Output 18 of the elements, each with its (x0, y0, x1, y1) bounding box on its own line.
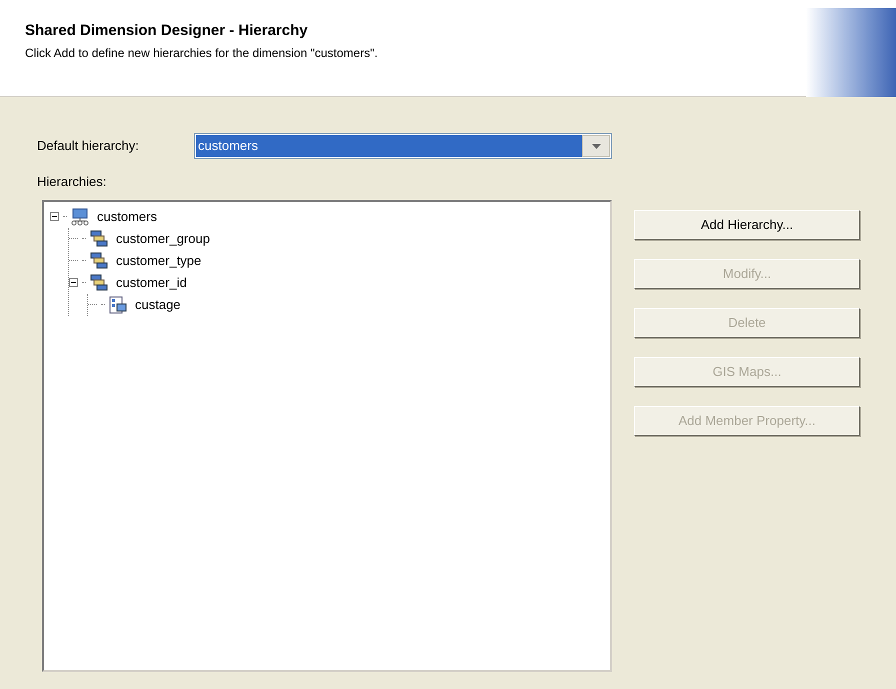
page-subtitle: Click Add to define new hierarchies for the dimension "customers". (25, 44, 378, 62)
action-button[interactable]: Add Hierarchy... (634, 210, 860, 240)
hierarchy-dropdown[interactable]: customers (194, 133, 612, 159)
field-label: Default hierarchy: (37, 137, 140, 156)
tree-item[interactable]: customer_group (112, 228, 214, 248)
stacked-bars-icon (90, 252, 108, 270)
page-title: Shared Dimension Designer - Hierarchy (25, 21, 309, 41)
tree-item[interactable]: custage (131, 294, 185, 314)
network-icon (71, 208, 89, 226)
section-label: Hierarchies: (37, 173, 108, 191)
stacked-bars-icon (90, 274, 108, 292)
collapse-toggle[interactable] (69, 278, 78, 287)
collapse-toggle[interactable] (50, 212, 59, 221)
tree-item[interactable]: customers (93, 206, 161, 226)
list-icon (109, 296, 127, 314)
tree-item[interactable]: customer_type (112, 250, 206, 270)
tree-item[interactable]: customer_id (112, 272, 191, 292)
stacked-bars-icon (90, 230, 108, 248)
